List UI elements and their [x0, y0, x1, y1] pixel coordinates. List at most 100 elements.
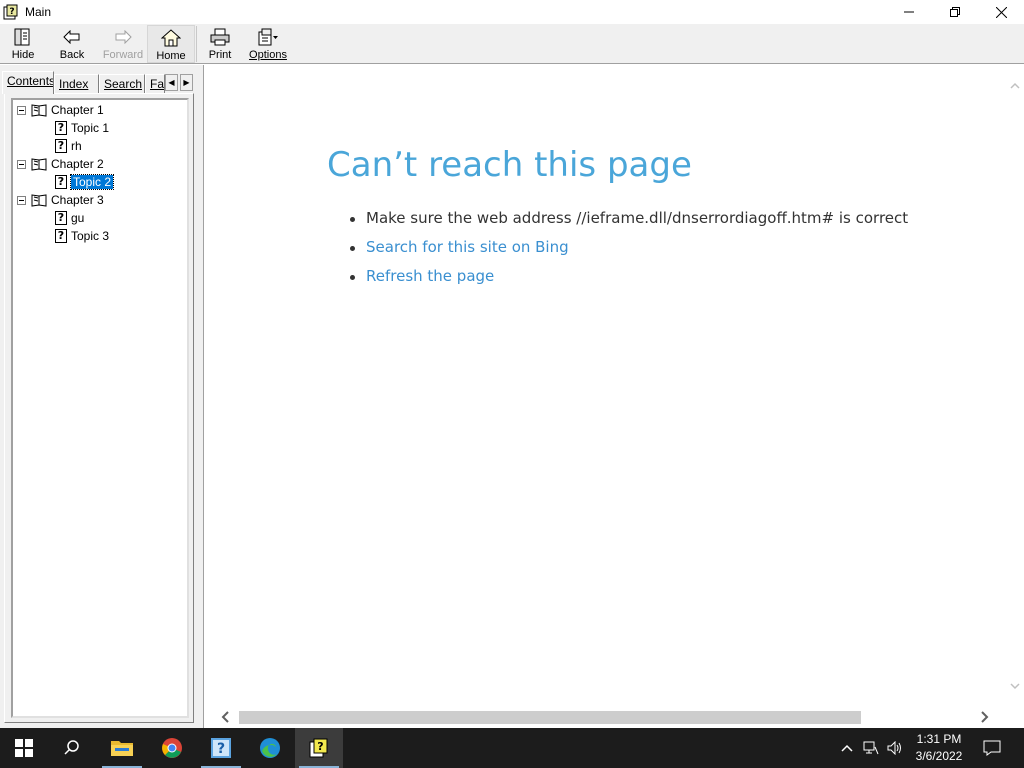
tab-search[interactable]: Search — [99, 74, 145, 93]
tree-topic[interactable]: ? gu — [55, 209, 84, 227]
help-workshop-icon: ? — [309, 738, 328, 758]
tree-topic-selected[interactable]: ? Topic 2 — [55, 173, 115, 191]
contents-panel: Chapter 1 ? Topic 1 ? rh Chapter 2 ? Top… — [4, 93, 194, 723]
open-book-icon — [31, 104, 47, 117]
close-icon — [995, 6, 1007, 18]
scroll-right-icon[interactable] — [977, 710, 991, 724]
options-label: Options — [249, 49, 287, 61]
windows-logo-icon — [15, 739, 33, 757]
print-label: Print — [208, 49, 232, 61]
taskbar-help-viewer[interactable]: ? — [197, 728, 245, 768]
tab-scroll-right-button[interactable]: ▶ — [180, 74, 193, 91]
collapse-icon[interactable] — [17, 159, 26, 169]
tab-index[interactable]: Index — [54, 74, 99, 93]
svg-text:?: ? — [317, 740, 323, 753]
content-pane: Can’t reach this page Make sure the web … — [205, 65, 1024, 728]
network-status[interactable] — [860, 728, 882, 768]
chrome-icon — [162, 738, 182, 758]
horizontal-scrollbar[interactable] — [205, 708, 1007, 726]
help-topic-icon: ? — [55, 139, 67, 153]
folder-icon — [111, 741, 133, 756]
tree-topic[interactable]: ? Topic 1 — [55, 119, 109, 137]
edge-icon — [260, 738, 280, 758]
help-topic-icon: ? — [55, 175, 67, 189]
back-label: Back — [59, 49, 85, 61]
hide-icon — [14, 28, 30, 46]
tree-topic[interactable]: ? rh — [55, 137, 82, 155]
back-arrow-icon — [63, 30, 80, 44]
error-heading: Can’t reach this page — [327, 145, 692, 185]
toolbar: Hide Back Forward Home Print Options — [0, 24, 1024, 64]
pane-splitter[interactable] — [198, 65, 204, 728]
open-book-icon — [31, 158, 47, 171]
forward-label: Forward — [102, 49, 144, 61]
back-button[interactable]: Back — [49, 25, 95, 63]
home-button[interactable]: Home — [147, 25, 195, 63]
options-icon — [258, 28, 278, 46]
tree-chapter-2[interactable]: Chapter 2 — [17, 155, 104, 173]
collapse-icon[interactable] — [17, 195, 26, 205]
search-bing-link[interactable]: Search for this site on Bing — [350, 238, 908, 267]
refresh-page-link[interactable]: Refresh the page — [350, 267, 908, 296]
clock-time: 1:31 PM — [916, 732, 962, 746]
start-button[interactable] — [0, 728, 48, 768]
clock-date: 3/6/2022 — [915, 749, 963, 763]
hide-label: Hide — [11, 49, 35, 61]
address-check-text: Make sure the web address //ieframe.dll/… — [350, 209, 908, 238]
action-center-button[interactable] — [976, 728, 1008, 768]
volume-control[interactable] — [884, 728, 906, 768]
search-button[interactable] — [48, 728, 96, 768]
nav-tabs: Contents Index Search Fa ◀ ▶ — [2, 71, 196, 94]
contents-tree: Chapter 1 ? Topic 1 ? rh Chapter 2 ? Top… — [11, 98, 189, 718]
tree-chapter-3[interactable]: Chapter 3 — [17, 191, 104, 209]
scroll-left-icon[interactable] — [219, 710, 233, 724]
tab-scroll-left-button[interactable]: ◀ — [165, 74, 178, 91]
svg-text:?: ? — [217, 741, 225, 757]
hide-button[interactable]: Hide — [0, 25, 46, 63]
taskbar-chrome[interactable] — [148, 728, 196, 768]
help-viewer-icon: ? — [211, 738, 231, 758]
tree-topic[interactable]: ? Topic 3 — [55, 227, 109, 245]
error-suggestions: Make sure the web address //ieframe.dll/… — [350, 209, 908, 296]
close-button[interactable] — [978, 0, 1024, 24]
print-button[interactable]: Print — [197, 25, 243, 63]
scroll-up-icon[interactable] — [1008, 79, 1022, 93]
svg-text:?: ? — [9, 7, 14, 17]
show-hidden-icons-button[interactable] — [836, 728, 858, 768]
chevron-up-icon — [841, 744, 853, 752]
restore-button[interactable] — [932, 0, 978, 24]
taskbar-file-explorer[interactable] — [98, 728, 146, 768]
taskbar-help-workshop[interactable]: ? — [295, 728, 343, 768]
scroll-down-icon[interactable] — [1008, 679, 1022, 693]
forward-button[interactable]: Forward — [98, 25, 148, 63]
help-app-icon: ? — [3, 4, 18, 20]
help-topic-icon: ? — [55, 211, 67, 225]
minimize-button[interactable] — [886, 0, 932, 24]
minimize-icon — [904, 11, 914, 13]
open-book-icon — [31, 194, 47, 207]
tree-chapter-1[interactable]: Chapter 1 — [17, 101, 104, 119]
navigation-pane: Contents Index Search Fa ◀ ▶ Chapter 1 ?… — [0, 65, 198, 728]
taskbar-edge[interactable] — [246, 728, 294, 768]
printer-icon — [210, 28, 230, 46]
home-label: Home — [156, 50, 186, 62]
help-topic-icon: ? — [55, 229, 67, 243]
home-icon — [161, 29, 181, 47]
options-button[interactable]: Options — [245, 25, 291, 63]
title-bar: ? Main — [0, 0, 1024, 24]
collapse-icon[interactable] — [17, 105, 26, 115]
taskbar-clock[interactable]: 1:31 PM 3/6/2022 — [906, 731, 972, 765]
scrollbar-thumb[interactable] — [239, 711, 861, 724]
speaker-icon — [887, 741, 901, 755]
help-topic-icon: ? — [55, 121, 67, 135]
forward-arrow-icon — [115, 30, 132, 44]
chevron-left-icon: ◀ — [168, 78, 175, 87]
chevron-right-icon: ▶ — [183, 78, 190, 87]
taskbar: ? ? 1:31 PM 3/6/2022 — [0, 728, 1024, 768]
notifications-icon — [983, 740, 1001, 756]
window-title: Main — [25, 5, 52, 19]
tab-favorites[interactable]: Fa — [145, 74, 165, 93]
tab-contents[interactable]: Contents — [2, 71, 54, 94]
network-icon — [863, 741, 879, 755]
search-icon — [64, 740, 79, 755]
